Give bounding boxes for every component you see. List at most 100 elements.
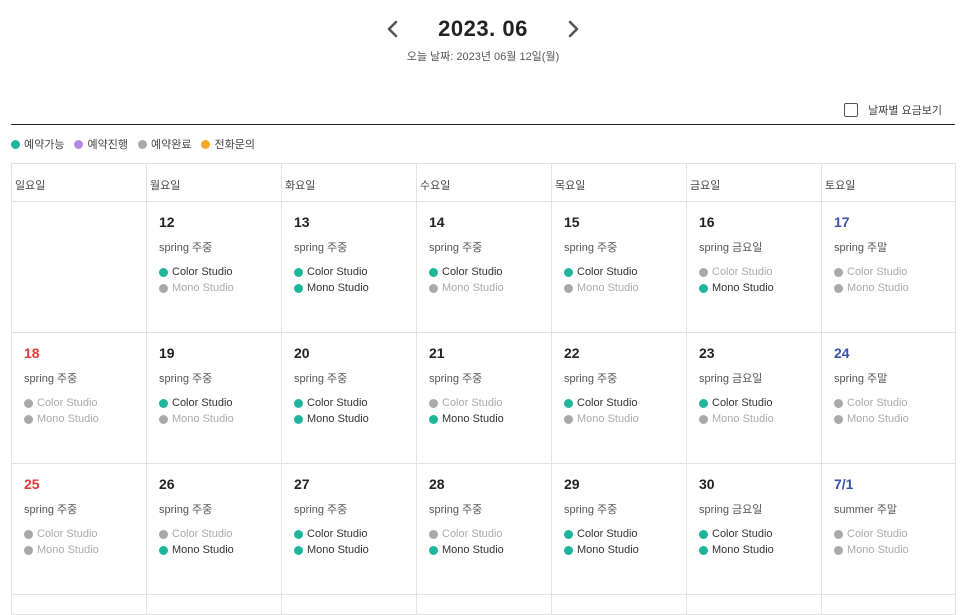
- studio-list: Color Studio Mono Studio: [294, 397, 416, 425]
- color-studio-status: Color Studio: [294, 528, 416, 540]
- day-cell[interactable]: 20 spring 주중 Color Studio Mono Studio: [282, 333, 417, 464]
- day-number: 28: [429, 476, 445, 492]
- day-cell[interactable]: 16 spring 금요일 Color Studio Mono Studio: [687, 202, 822, 333]
- weekday-header: 금요일: [687, 164, 822, 202]
- day-cell[interactable]: 14 spring 주중 Color Studio Mono Studio: [417, 202, 552, 333]
- studio-list: Color Studio Mono Studio: [159, 397, 281, 425]
- color-studio-label: Color Studio: [847, 397, 908, 409]
- day-cell[interactable]: 17 spring 주말 Color Studio Mono Studio: [822, 202, 956, 333]
- day-number: 21: [429, 345, 445, 361]
- studio-list: Color Studio Mono Studio: [294, 266, 416, 294]
- color-studio-label: Color Studio: [712, 528, 773, 540]
- day-cell[interactable]: [552, 595, 687, 615]
- day-cell[interactable]: 28 spring 주중 Color Studio Mono Studio: [417, 464, 552, 595]
- day-number: 27: [294, 476, 310, 492]
- status-dot: [699, 283, 708, 293]
- color-studio-status: Color Studio: [699, 397, 821, 409]
- day-number: 16: [699, 214, 715, 230]
- day-cell[interactable]: 15 spring 주중 Color Studio Mono Studio: [552, 202, 687, 333]
- color-studio-status: Color Studio: [834, 397, 955, 409]
- mono-studio-status: Mono Studio: [159, 282, 281, 294]
- day-number: 17: [834, 214, 850, 230]
- day-cell[interactable]: 12 spring 주중 Color Studio Mono Studio: [147, 202, 282, 333]
- day-cell[interactable]: [822, 595, 956, 615]
- legend-label: 예약진행: [87, 139, 128, 151]
- price-by-date-checkbox[interactable]: [844, 103, 859, 117]
- day-number: 26: [159, 476, 175, 492]
- season-rate-label: spring 주말: [834, 242, 888, 254]
- day-cell[interactable]: 18 spring 주중 Color Studio Mono Studio: [12, 333, 147, 464]
- season-rate-label: summer 주말: [834, 504, 898, 516]
- day-cell[interactable]: 24 spring 주말 Color Studio Mono Studio: [822, 333, 956, 464]
- day-cell[interactable]: 19 spring 주중 Color Studio Mono Studio: [147, 333, 282, 464]
- day-cell[interactable]: [417, 595, 552, 615]
- day-cell[interactable]: [687, 595, 822, 615]
- color-studio-label: Color Studio: [577, 266, 638, 278]
- status-dot: [699, 529, 708, 539]
- color-studio-status: Color Studio: [294, 266, 416, 278]
- prev-month-button[interactable]: [380, 17, 404, 41]
- color-studio-label: Color Studio: [37, 528, 98, 540]
- studio-list: Color Studio Mono Studio: [24, 528, 146, 556]
- day-cell[interactable]: 27 spring 주중 Color Studio Mono Studio: [282, 464, 417, 595]
- day-cell[interactable]: 30 spring 금요일 Color Studio Mono Studio: [687, 464, 822, 595]
- color-studio-status: Color Studio: [834, 266, 955, 278]
- next-month-button[interactable]: [562, 17, 586, 41]
- day-cell[interactable]: [12, 595, 147, 615]
- season-rate-label: spring 주중: [564, 373, 618, 385]
- color-studio-status: Color Studio: [24, 397, 146, 409]
- season-rate-label: spring 주중: [159, 242, 213, 254]
- color-studio-label: Color Studio: [307, 528, 368, 540]
- status-dot: [24, 529, 33, 539]
- season-rate-label: spring 금요일: [699, 373, 763, 385]
- legend-dot: [74, 139, 84, 149]
- status-dot: [24, 414, 33, 424]
- mono-studio-label: Mono Studio: [712, 413, 774, 425]
- status-dot: [159, 545, 168, 555]
- status-dot: [834, 283, 843, 293]
- day-cell[interactable]: 25 spring 주중 Color Studio Mono Studio: [12, 464, 147, 595]
- status-dot: [699, 267, 708, 277]
- color-studio-label: Color Studio: [172, 528, 233, 540]
- status-dot: [834, 414, 843, 424]
- legend-dot: [11, 139, 20, 149]
- day-number: 7/1: [834, 476, 854, 492]
- day-cell[interactable]: [282, 595, 417, 615]
- day-number: 15: [564, 214, 580, 230]
- studio-list: Color Studio Mono Studio: [564, 397, 686, 425]
- studio-list: Color Studio Mono Studio: [834, 528, 955, 556]
- mono-studio-label: Mono Studio: [442, 282, 504, 294]
- mono-studio-label: Mono Studio: [712, 282, 774, 294]
- color-studio-label: Color Studio: [307, 397, 368, 409]
- season-rate-label: spring 주말: [834, 373, 888, 385]
- season-rate-label: spring 주중: [24, 373, 78, 385]
- day-cell[interactable]: 29 spring 주중 Color Studio Mono Studio: [552, 464, 687, 595]
- color-studio-label: Color Studio: [442, 397, 503, 409]
- day-cell[interactable]: 23 spring 금요일 Color Studio Mono Studio: [687, 333, 822, 464]
- day-cell[interactable]: 22 spring 주중 Color Studio Mono Studio: [552, 333, 687, 464]
- season-rate-label: spring 주중: [159, 373, 213, 385]
- status-dot: [834, 398, 843, 408]
- day-cell[interactable]: 26 spring 주중 Color Studio Mono Studio: [147, 464, 282, 595]
- color-studio-label: Color Studio: [37, 397, 98, 409]
- status-dot: [429, 545, 438, 555]
- status-dot: [24, 545, 33, 555]
- mono-studio-label: Mono Studio: [577, 544, 639, 556]
- today-label: 오늘 날짜:: [406, 51, 454, 63]
- weekday-header: 수요일: [417, 164, 552, 202]
- mono-studio-status: Mono Studio: [429, 282, 551, 294]
- day-number: 29: [564, 476, 580, 492]
- divider: [11, 124, 955, 125]
- status-dot: [294, 414, 303, 424]
- status-dot: [294, 398, 303, 408]
- price-by-date-toggle[interactable]: 날짜별 요금보기: [844, 102, 942, 118]
- status-dot: [429, 267, 438, 277]
- day-cell[interactable]: [147, 595, 282, 615]
- mono-studio-status: Mono Studio: [159, 413, 281, 425]
- day-cell[interactable]: 13 spring 주중 Color Studio Mono Studio: [282, 202, 417, 333]
- mono-studio-label: Mono Studio: [172, 544, 234, 556]
- day-cell[interactable]: 21 spring 주중 Color Studio Mono Studio: [417, 333, 552, 464]
- status-dot: [699, 545, 708, 555]
- day-cell[interactable]: 7/1 summer 주말 Color Studio Mono Studio: [822, 464, 956, 595]
- mono-studio-label: Mono Studio: [307, 544, 369, 556]
